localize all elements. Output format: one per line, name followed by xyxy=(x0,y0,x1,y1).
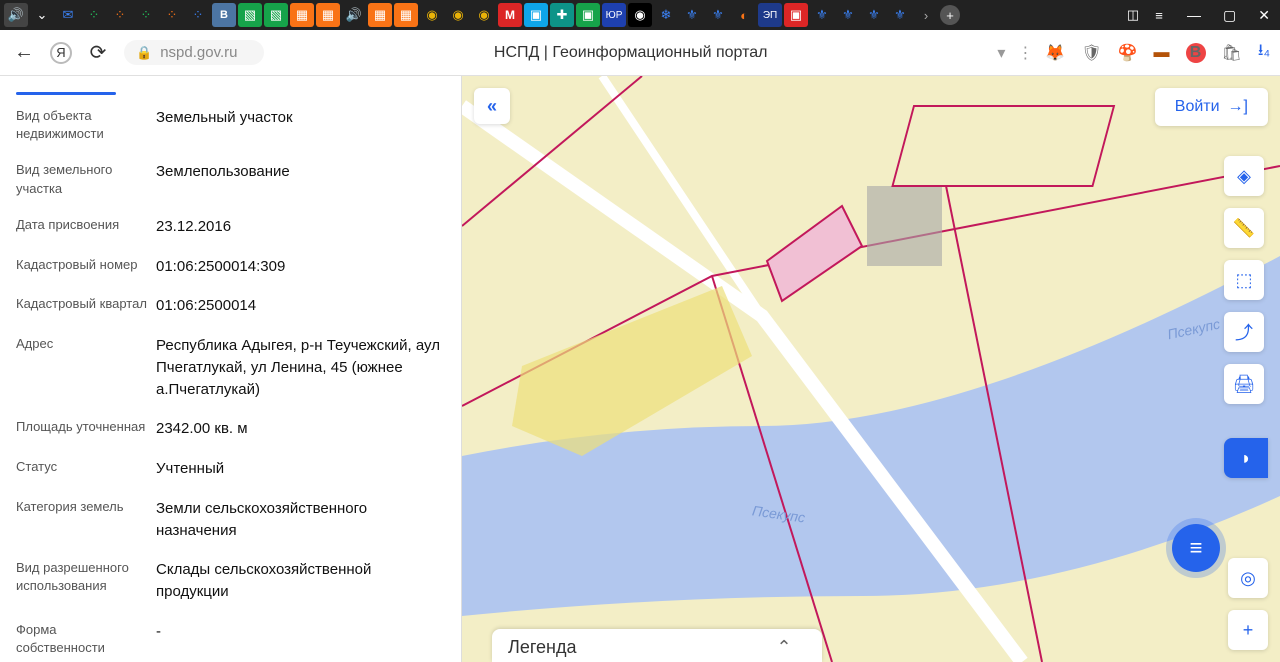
reload-button[interactable]: ⟳ xyxy=(84,40,112,65)
taskbar-app-icon[interactable]: ◉ xyxy=(446,3,470,27)
taskbar-app-icon[interactable]: ▦ xyxy=(316,3,340,27)
taskbar-app-icon[interactable]: ЭП xyxy=(758,3,782,27)
prop-area: Площадь уточненная 2342.00 кв. м xyxy=(16,418,445,440)
taskbar-app-icon[interactable]: ▧ xyxy=(264,3,288,27)
ext-shield-icon[interactable]: 🛡 xyxy=(1081,43,1101,63)
zoom-in-button[interactable]: + xyxy=(1228,610,1268,650)
taskbar-app-icon[interactable]: ⁘ xyxy=(82,3,106,27)
prop-assign-date: Дата присвоения 23.12.2016 xyxy=(16,216,445,238)
taskbar-sound-icon[interactable]: 🔊 xyxy=(4,3,28,27)
chevron-up-icon: ⌃ xyxy=(776,637,791,658)
yandex-home-icon[interactable]: Я xyxy=(50,42,72,64)
taskbar-vk-icon[interactable]: B xyxy=(212,3,236,27)
collapse-sidebar-button[interactable]: « xyxy=(474,88,510,124)
select-button[interactable]: ⬚ xyxy=(1224,260,1264,300)
window-close-icon[interactable]: ✕ xyxy=(1252,7,1276,24)
map-canvas[interactable]: Псекупс Псекупс « Войти →] ◈ 📏 ⬚ ⤴ 🖨 ◗ ◎… xyxy=(462,76,1280,662)
login-icon: →] xyxy=(1228,98,1248,116)
taskbar-app-icon[interactable]: ⚜ xyxy=(862,3,886,27)
taskbar-app-icon[interactable]: ⚜ xyxy=(810,3,834,27)
active-tab-indicator xyxy=(16,92,116,95)
prop-ownership: Форма собственности - xyxy=(16,621,445,657)
taskbar-app-icon[interactable]: ❄ xyxy=(654,3,678,27)
ext-icon[interactable]: 🛍 xyxy=(1222,43,1242,63)
url-text: nspd.gov.ru xyxy=(160,44,237,61)
taskbar-sidebar-icon[interactable]: ◫ xyxy=(1121,3,1145,27)
prop-land-type: Вид земельного участка Землепользование xyxy=(16,161,445,197)
taskbar-app-icon[interactable]: ▦ xyxy=(368,3,392,27)
map-svg xyxy=(462,76,1280,662)
bookmark-icon[interactable]: ▾ xyxy=(997,43,1005,63)
map-tools: ◈ 📏 ⬚ ⤴ 🖨 ◗ xyxy=(1224,156,1268,478)
taskbar-app-icon[interactable]: ⚜ xyxy=(888,3,912,27)
taskbar-app-icon[interactable]: ⚜ xyxy=(836,3,860,27)
taskbar-app-icon[interactable]: ⚜ xyxy=(706,3,730,27)
taskbar-app-icon[interactable]: ◐ xyxy=(732,3,756,27)
legend-toggle[interactable]: Легенда ⌃ xyxy=(492,629,822,662)
taskbar-app-icon[interactable]: ▣ xyxy=(576,3,600,27)
taskbar-app-icon[interactable]: ▣ xyxy=(784,3,808,27)
info-panel-button[interactable]: ◗ xyxy=(1224,438,1268,478)
taskbar-app-icon[interactable]: ЮР xyxy=(602,3,626,27)
layers-button[interactable]: ◈ xyxy=(1224,156,1264,196)
taskbar-app-icon[interactable]: ◉ xyxy=(420,3,444,27)
taskbar-metro-icon[interactable]: M xyxy=(498,3,522,27)
ext-icon[interactable]: 🍄 xyxy=(1118,43,1138,63)
taskbar-dropdown-icon[interactable]: ⌄ xyxy=(30,3,54,27)
taskbar-camera-icon[interactable]: ◉ xyxy=(628,3,652,27)
taskbar-app-icon[interactable]: ⁘ xyxy=(160,3,184,27)
browser-toolbar: ← Я ⟳ 🔒 nspd.gov.ru НСПД | Геоинформацио… xyxy=(0,30,1280,76)
more-icon[interactable]: ⋮ xyxy=(1017,43,1033,63)
taskbar-app-icon[interactable]: ▧ xyxy=(238,3,262,27)
window-minimize-icon[interactable]: — xyxy=(1181,7,1207,24)
prop-cad-block: Кадастровый квартал 01:06:2500014 xyxy=(16,295,445,317)
locate-button[interactable]: ◎ xyxy=(1228,558,1268,598)
address-bar[interactable]: 🔒 nspd.gov.ru xyxy=(124,40,264,65)
prop-status: Статус Учтенный xyxy=(16,458,445,480)
taskbar-app-icon[interactable]: ⁘ xyxy=(108,3,132,27)
prop-cad-number: Кадастровый номер 01:06:2500014:309 xyxy=(16,256,445,278)
details-panel: Вид объекта недвижимости Земельный участ… xyxy=(0,76,462,662)
taskbar-app-icon[interactable]: ▣ xyxy=(524,3,548,27)
downloads-icon[interactable]: ⭳₄ xyxy=(1258,39,1270,66)
ext-badge-icon[interactable]: B xyxy=(1186,43,1206,63)
ruler-button[interactable]: 📏 xyxy=(1224,208,1264,248)
taskbar-app-icon[interactable]: ◉ xyxy=(472,3,496,27)
taskbar-app-icon[interactable]: ✚ xyxy=(550,3,574,27)
prop-object-type: Вид объекта недвижимости Земельный участ… xyxy=(16,107,445,143)
chat-button[interactable]: ≡ xyxy=(1172,524,1220,572)
taskbar-app-icon[interactable]: ▦ xyxy=(394,3,418,27)
taskbar-app-icon[interactable]: ⁘ xyxy=(186,3,210,27)
prop-permitted-use: Вид разрешенного использования Склады се… xyxy=(16,559,445,603)
taskbar-sound-icon[interactable]: 🔊 xyxy=(342,3,366,27)
ext-icon[interactable]: ▬ xyxy=(1154,44,1170,62)
taskbar-menu-icon[interactable]: ≡ xyxy=(1147,3,1171,27)
taskbar-new-tab-icon[interactable]: + xyxy=(940,5,960,25)
os-taskbar: 🔊 ⌄ ✉ ⁘ ⁘ ⁘ ⁘ ⁘ B ▧ ▧ ▦ ▦ 🔊 ▦ ▦ ◉ ◉ ◉ M … xyxy=(0,0,1280,30)
taskbar-more-icon[interactable]: › xyxy=(914,3,938,27)
print-button[interactable]: 🖨 xyxy=(1224,364,1264,404)
taskbar-app-icon[interactable]: ✉ xyxy=(56,3,80,27)
lock-icon: 🔒 xyxy=(136,45,152,61)
share-button[interactable]: ⤴ xyxy=(1224,312,1264,352)
page-title: НСПД | Геоинформационный портал xyxy=(276,44,985,62)
taskbar-app-icon[interactable]: ▦ xyxy=(290,3,314,27)
window-maximize-icon[interactable]: ▢ xyxy=(1217,7,1242,24)
taskbar-app-icon[interactable]: ⚜ xyxy=(680,3,704,27)
map-tools-bottom: ◎ + xyxy=(1228,558,1268,650)
taskbar-app-icon[interactable]: ⁘ xyxy=(134,3,158,27)
ext-icon[interactable]: 🦊 xyxy=(1045,43,1065,63)
prop-address: Адрес Республика Адыгея, р-н Теучежский,… xyxy=(16,335,445,400)
login-button[interactable]: Войти →] xyxy=(1155,88,1268,126)
back-button[interactable]: ← xyxy=(10,41,38,64)
prop-land-category: Категория земель Земли сельскохозяйствен… xyxy=(16,498,445,542)
